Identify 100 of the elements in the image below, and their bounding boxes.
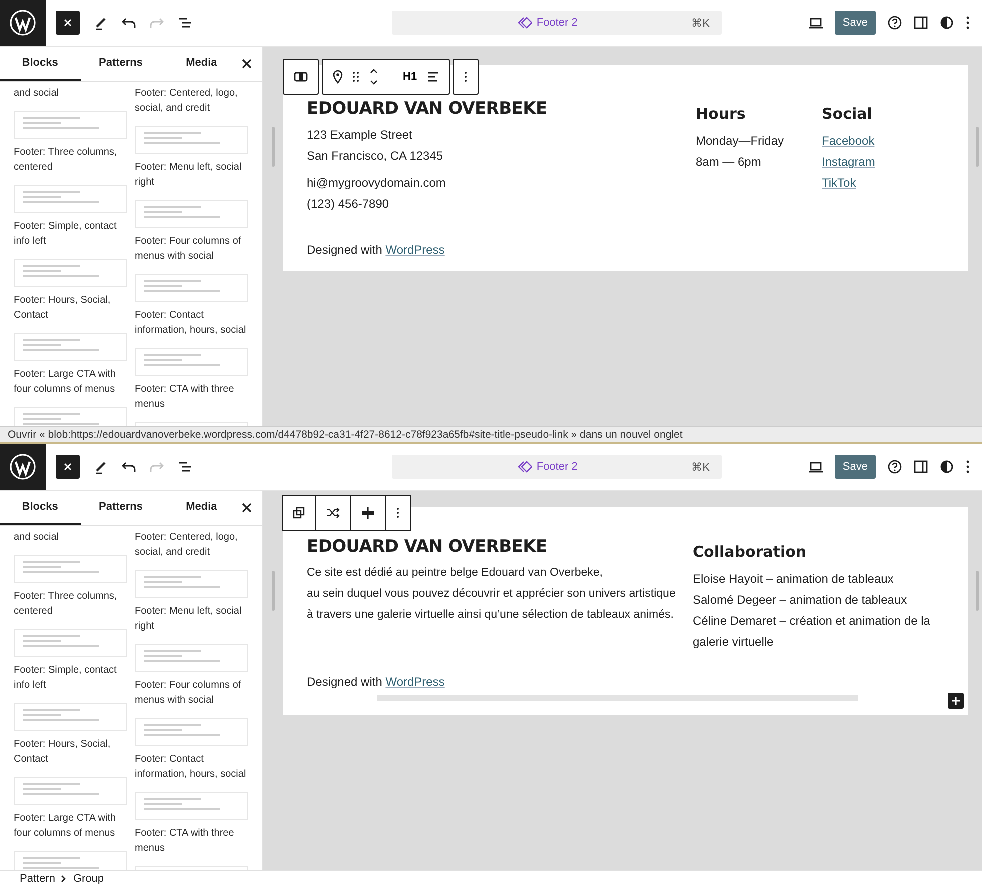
site-title: EDOUARD VAN OVERBEKE — [307, 99, 548, 119]
pattern-label[interactable]: Footer: Hours, Social, Contact — [14, 737, 127, 767]
list-view-icon[interactable] — [178, 17, 192, 29]
pencil-icon[interactable] — [94, 16, 108, 30]
footer-text: Eloise Hayoit – animation de tableaux — [693, 571, 895, 588]
pattern-label[interactable]: Footer: CTA with three menus — [135, 826, 248, 856]
pattern-label[interactable]: Footer: Centered, logo, social, and credit — [135, 86, 248, 116]
columns-icon[interactable] — [294, 72, 308, 82]
drag-handle-icon[interactable] — [353, 71, 359, 83]
social-link[interactable]: TikTok — [822, 176, 856, 190]
more-icon[interactable] — [396, 507, 400, 519]
more-icon[interactable] — [464, 71, 468, 83]
pattern-label[interactable]: Footer: Centered, logo, social, and credit — [135, 530, 248, 560]
undo-icon[interactable] — [122, 17, 136, 29]
pattern-label[interactable]: Footer: Large CTA with four columns of menus — [14, 811, 127, 841]
move-arrows-icon[interactable] — [369, 68, 379, 86]
resize-handle[interactable] — [272, 127, 275, 167]
breadcrumb-item[interactable]: Group — [73, 872, 104, 884]
command-bar[interactable]: Footer 2 ⌘K — [392, 11, 722, 35]
pattern-icon — [518, 17, 532, 29]
close-icon — [64, 463, 72, 471]
column-heading: Hours — [696, 105, 747, 123]
pattern-label[interactable]: Footer: Four columns of menus with social — [135, 234, 248, 264]
close-icon[interactable] — [242, 503, 252, 513]
align-icon[interactable] — [427, 71, 440, 83]
close-button[interactable] — [56, 455, 80, 479]
plus-icon — [951, 696, 961, 706]
pattern-label[interactable]: Footer: CTA with three menus — [135, 382, 248, 412]
help-icon[interactable] — [888, 16, 902, 30]
align-center-icon[interactable] — [361, 507, 375, 519]
resize-handle[interactable] — [976, 127, 979, 167]
heading-level-button[interactable]: H1 — [403, 71, 418, 83]
pencil-icon[interactable] — [94, 460, 108, 474]
more-icon[interactable] — [966, 460, 970, 474]
command-bar[interactable]: Footer 2 ⌘K — [392, 455, 722, 479]
social-link[interactable]: Instagram — [822, 155, 876, 169]
sidebar-icon[interactable] — [914, 16, 928, 30]
resize-handle[interactable] — [272, 571, 275, 611]
shuffle-icon[interactable] — [326, 508, 340, 518]
save-button[interactable]: Save — [834, 11, 876, 35]
contrast-icon[interactable] — [940, 460, 954, 474]
pattern-label[interactable]: Footer: Four columns of menus with social — [135, 678, 248, 708]
close-icon[interactable] — [242, 59, 252, 69]
undo-icon[interactable] — [122, 461, 136, 473]
inserter-tab[interactable]: Blocks — [0, 491, 81, 525]
add-block-button[interactable] — [948, 693, 964, 709]
list-view-icon[interactable] — [178, 461, 192, 473]
wordpress-logo[interactable] — [0, 444, 46, 490]
pattern-label[interactable]: Footer: Large CTA with four columns of menus — [14, 367, 127, 397]
wordpress-logo[interactable] — [0, 0, 46, 46]
pattern-label[interactable]: Footer: Simple, contact info left — [14, 663, 127, 693]
inserter-tab[interactable]: Media — [161, 491, 242, 525]
help-icon[interactable] — [888, 460, 902, 474]
align-button[interactable] — [350, 495, 386, 531]
pattern-label[interactable]: Footer: Contact information, hours, social — [135, 308, 248, 338]
resize-handle[interactable] — [976, 571, 979, 611]
inserter-tab[interactable]: Media — [161, 47, 242, 81]
keyboard-shortcut: ⌘K — [692, 16, 710, 30]
more-icon[interactable] — [966, 16, 970, 30]
parent-block-button[interactable] — [283, 59, 319, 95]
inserter-tab[interactable]: Patterns — [80, 47, 162, 81]
pattern-label[interactable]: Footer: Hours, Social, Contact — [14, 293, 127, 323]
inserter-tab[interactable]: Blocks — [0, 47, 81, 81]
laptop-icon[interactable] — [808, 17, 823, 29]
copy-icon[interactable] — [293, 507, 305, 519]
options-button[interactable] — [385, 495, 411, 531]
contrast-icon[interactable] — [940, 16, 954, 30]
wordpress-link[interactable]: WordPress — [386, 675, 445, 689]
document-title: Footer 2 — [536, 17, 578, 29]
options-button[interactable] — [453, 59, 480, 95]
scrollbar[interactable] — [377, 695, 858, 701]
save-button[interactable]: Save — [834, 455, 876, 479]
pattern-label[interactable]: Footer: Three columns, centered — [14, 589, 127, 619]
pin-icon[interactable] — [333, 70, 343, 84]
pattern-label[interactable]: and social — [14, 530, 127, 545]
copy-button[interactable] — [282, 495, 316, 531]
credit-text: Designed with — [307, 243, 382, 257]
close-button[interactable] — [56, 11, 80, 35]
pattern-label[interactable]: Footer: Simple, contact info left — [14, 219, 127, 249]
social-link[interactable]: Facebook — [822, 134, 875, 148]
credit-text: Designed with — [307, 675, 382, 689]
wordpress-link[interactable]: WordPress — [386, 243, 445, 257]
footer-text: San Francisco, CA 12345 — [307, 148, 444, 165]
pattern-label[interactable]: Footer: Contact information, hours, social — [135, 752, 248, 782]
footer-text: 123 Example Street — [307, 127, 414, 144]
sidebar-icon[interactable] — [914, 460, 928, 474]
pattern-label[interactable]: Footer: Menu left, social right — [135, 604, 248, 634]
breadcrumb-item[interactable]: Pattern — [20, 872, 56, 884]
pattern-icon — [518, 461, 532, 473]
pattern-label[interactable]: Footer: Three columns, centered — [14, 145, 127, 175]
pattern-label[interactable]: Footer: Menu left, social right — [135, 160, 248, 190]
document-title: Footer 2 — [536, 461, 578, 473]
laptop-icon[interactable] — [808, 461, 823, 473]
inserter-tab[interactable]: Patterns — [80, 491, 162, 525]
pattern-label[interactable]: and social — [14, 86, 127, 101]
link-tooltip: Ouvrir « blob:https://edouardvanoverbeke.wordpress.com/d4478b92-ca31-4f27-8612-c78f923a65fb#site-title-pseudo-link » dans un nouvel onglet — [0, 426, 982, 444]
footer-text: Ce site est dédié au peintre belge Edouard van Overbeke, — [307, 566, 604, 581]
close-icon — [64, 19, 72, 27]
footer-text: à travers une galerie virtuelle ainsi qu’une sélection de tableaux animés. — [307, 608, 675, 623]
shuffle-button[interactable] — [315, 495, 351, 531]
